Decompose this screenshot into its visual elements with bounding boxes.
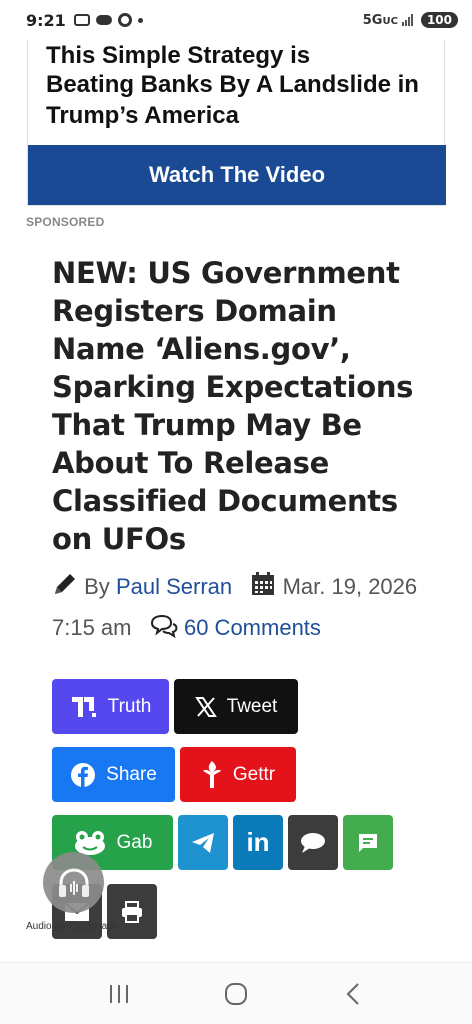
status-right: 5GUC 100: [363, 12, 458, 28]
share-label: Share: [106, 763, 157, 785]
comments-icon: [150, 614, 178, 638]
screenshot-icon: [73, 14, 90, 26]
headphones-icon: [58, 867, 89, 897]
status-bar: 9:21 5GUC 100: [0, 0, 472, 40]
audio-by-label: Audio By Carbonatix: [26, 921, 118, 932]
recent-apps-icon: [109, 984, 128, 1003]
status-time: 9:21: [26, 10, 66, 30]
audio-player-button[interactable]: [43, 852, 104, 913]
print-icon: [122, 900, 142, 923]
ad-headline-rest: Beating Banks By A Landslide in Trump’s …: [46, 71, 419, 129]
sms-share-button[interactable]: [288, 815, 338, 870]
ad-headline[interactable]: This Simple Strategy is Beating Banks By…: [46, 42, 436, 131]
gab-label: Gab: [116, 831, 153, 853]
article-title: NEW: US Government Registers Domain Name…: [52, 256, 414, 556]
sms-icon: [301, 832, 325, 853]
truth-social-icon: [71, 696, 96, 717]
telegram-share-button[interactable]: [178, 815, 228, 870]
watch-video-button[interactable]: Watch The Video: [28, 145, 446, 205]
message-share-button[interactable]: [343, 815, 393, 870]
battery-indicator: 100: [420, 12, 458, 28]
network-type: 5GUC: [362, 12, 398, 28]
linkedin-share-button[interactable]: in: [233, 815, 283, 870]
telegram-icon: [192, 832, 214, 853]
signal-icon: [401, 14, 413, 26]
truth-share-button[interactable]: Truth: [52, 679, 169, 734]
linkedin-icon: in: [246, 827, 270, 857]
facebook-icon: [71, 762, 96, 787]
tweet-share-button[interactable]: Tweet: [174, 679, 298, 734]
x-icon: [194, 696, 217, 717]
back-icon: [346, 982, 360, 1005]
ad-card[interactable]: This Simple Strategy is Beating Banks By…: [27, 24, 446, 206]
by-label: By: [84, 574, 110, 599]
author-link[interactable]: Paul Serran: [116, 574, 232, 599]
article-byline: By Paul Serran Mar. 19, 2026 7:15 am 60 …: [52, 566, 432, 648]
comments-link[interactable]: 60 Comments: [184, 615, 321, 640]
status-notification-icons: [73, 13, 143, 27]
gettr-icon: [202, 760, 221, 788]
back-button[interactable]: [333, 974, 373, 1014]
truth-label: Truth: [107, 695, 152, 717]
facebook-share-button[interactable]: Share: [52, 747, 175, 802]
gettr-label: Gettr: [232, 763, 276, 785]
home-button[interactable]: [216, 974, 256, 1014]
calendar-icon: [252, 572, 275, 595]
pencil-icon: [55, 574, 75, 594]
ad-headline-partial: This Simple Strategy is: [46, 42, 311, 69]
chrome-icon: [117, 13, 132, 27]
recent-apps-button[interactable]: [99, 974, 139, 1014]
message-icon: [359, 833, 377, 852]
tweet-label: Tweet: [226, 695, 278, 717]
cloud-icon: [95, 15, 112, 25]
more-notifications-dot-icon: [137, 17, 143, 23]
android-nav-bar: [0, 962, 472, 1024]
gettr-share-button[interactable]: Gettr: [180, 747, 296, 802]
sponsored-label: SPONSORED: [26, 215, 105, 229]
home-icon: [224, 982, 247, 1005]
